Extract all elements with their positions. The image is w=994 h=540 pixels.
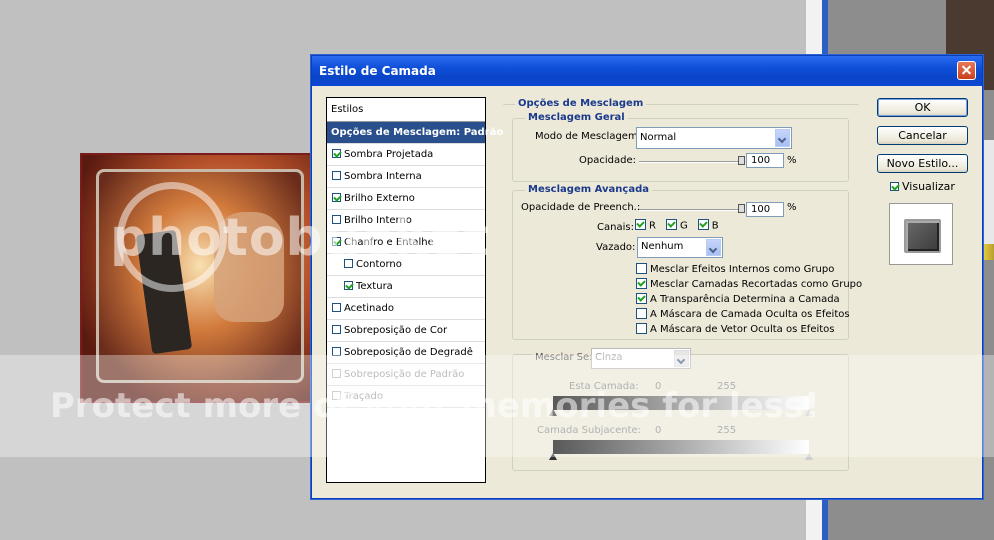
option-checkbox[interactable] xyxy=(636,292,647,304)
chevron-down-icon[interactable] xyxy=(775,129,790,147)
style-checkbox[interactable] xyxy=(332,192,341,202)
new-style-button[interactable]: Novo Estilo... xyxy=(877,154,968,173)
style-item-label: Sombra Projetada xyxy=(344,149,434,160)
opacity-slider-thumb[interactable] xyxy=(738,156,745,165)
channel-label: B xyxy=(711,220,719,232)
style-item-label: Acetinado xyxy=(344,303,394,314)
style-checkbox[interactable] xyxy=(332,302,341,312)
blending-options-title: Opções de Mesclagem xyxy=(515,98,647,109)
blend-mode-label: Modo de Mesclagem: xyxy=(535,131,642,142)
style-item-acetinado[interactable]: Acetinado xyxy=(327,298,485,320)
channel-r[interactable]: R xyxy=(635,219,656,232)
opacity-slider-track[interactable] xyxy=(639,161,742,163)
channel-checkbox[interactable] xyxy=(665,219,677,230)
knockout-label: Vazado: xyxy=(596,242,636,253)
style-checkbox[interactable] xyxy=(332,324,341,334)
channel-label: G xyxy=(679,220,688,232)
fill-opacity-label: Opacidade de Preench.: xyxy=(521,202,641,213)
option-checkbox[interactable] xyxy=(636,322,647,334)
style-item-label: Brilho Externo xyxy=(344,193,415,204)
style-item-sobreposicao-de-cor[interactable]: Sobreposição de Cor xyxy=(327,320,485,342)
knockout-select[interactable]: Nenhum xyxy=(637,237,723,258)
option-checkbox[interactable] xyxy=(636,307,647,319)
preview-label: Visualizar xyxy=(902,180,955,193)
channels-label: Canais: xyxy=(597,222,634,233)
opacity-input[interactable]: 100 xyxy=(746,153,784,168)
opacity-label: Opacidade: xyxy=(579,155,636,166)
option-a-transparencia-determina-a-camada[interactable]: A Transparência Determina a Camada xyxy=(636,292,862,307)
close-icon[interactable] xyxy=(957,61,976,80)
style-preview-swatch xyxy=(904,219,941,253)
option-label: A Máscara de Camada Oculta os Efeitos xyxy=(650,309,850,320)
dialog-title: Estilo de Camada xyxy=(319,64,436,78)
fill-opacity-input[interactable]: 100 xyxy=(746,202,784,217)
watermark-slogan: Protect more of your memories for less! xyxy=(50,386,820,426)
channel-checkbox[interactable] xyxy=(697,219,709,230)
blend-mode-select[interactable]: Normal xyxy=(636,127,792,149)
advanced-blending-group: Mesclagem Avançada Opacidade de Preench.… xyxy=(512,184,862,340)
style-item-sombra-interna[interactable]: Sombra Interna xyxy=(327,166,485,188)
channel-label: R xyxy=(649,220,656,232)
style-preview-thumbnail xyxy=(889,203,953,265)
option-label: Mesclar Efeitos Internos como Grupo xyxy=(650,264,835,275)
advanced-blending-title: Mesclagem Avançada xyxy=(525,184,652,195)
fill-opacity-unit: % xyxy=(787,202,797,213)
style-item-label: Sombra Interna xyxy=(344,171,422,182)
option-label: A Máscara de Vetor Oculta os Efeitos xyxy=(650,324,835,335)
option-label: Mesclar Camadas Recortadas como Grupo xyxy=(650,279,863,290)
cancel-button[interactable]: Cancelar xyxy=(877,126,968,145)
channel-checkbox[interactable] xyxy=(635,219,646,230)
style-item-opcoes-de-mesclagem-padrao[interactable]: Opções de Mesclagem: Padrão xyxy=(327,122,503,144)
preview-checkbox[interactable] xyxy=(890,181,899,191)
knockout-value: Nenhum xyxy=(641,241,684,252)
opacity-unit: % xyxy=(787,155,797,166)
option-checkbox[interactable] xyxy=(636,262,647,274)
fill-opacity-slider-track[interactable] xyxy=(639,209,742,211)
option-mesclar-camadas-recortadas-como-grupo[interactable]: Mesclar Camadas Recortadas como Grupo xyxy=(636,277,862,292)
watermark-logo-text: photobucket xyxy=(110,208,490,268)
option-a-mascara-de-vetor-oculta-os-efeitos[interactable]: A Máscara de Vetor Oculta os Efeitos xyxy=(636,322,862,337)
style-checkbox[interactable] xyxy=(332,148,341,158)
style-item-brilho-externo[interactable]: Brilho Externo xyxy=(327,188,485,210)
chevron-down-icon[interactable] xyxy=(706,239,721,256)
channel-b[interactable]: B xyxy=(697,219,719,232)
style-checkbox[interactable] xyxy=(332,170,341,180)
option-label: A Transparência Determina a Camada xyxy=(650,294,840,305)
ok-button[interactable]: OK xyxy=(877,98,968,117)
preview-toggle[interactable]: Visualizar xyxy=(890,180,955,193)
option-mesclar-efeitos-internos-como-grupo[interactable]: Mesclar Efeitos Internos como Grupo xyxy=(636,262,862,277)
channel-g[interactable]: G xyxy=(665,219,688,232)
style-item-label: Textura xyxy=(356,281,393,292)
style-item-sombra-projetada[interactable]: Sombra Projetada xyxy=(327,144,485,166)
option-a-mascara-de-camada-oculta-os-efeitos[interactable]: A Máscara de Camada Oculta os Efeitos xyxy=(636,307,862,322)
style-item-label: Opções de Mesclagem: Padrão xyxy=(331,127,504,138)
blend-mode-value: Normal xyxy=(640,132,677,143)
general-blending-title: Mesclagem Geral xyxy=(525,112,628,123)
dialog-titlebar[interactable]: Estilo de Camada xyxy=(312,56,982,86)
style-item-textura[interactable]: Textura xyxy=(327,276,485,298)
style-checkbox[interactable] xyxy=(344,280,353,290)
option-checkbox[interactable] xyxy=(636,277,647,289)
general-blending-group: Mesclagem Geral Modo de Mesclagem: Norma… xyxy=(512,112,849,182)
fill-opacity-slider-thumb[interactable] xyxy=(738,204,745,213)
style-item-label: Sobreposição de Cor xyxy=(344,325,448,336)
styles-list-header[interactable]: Estilos xyxy=(327,98,485,122)
